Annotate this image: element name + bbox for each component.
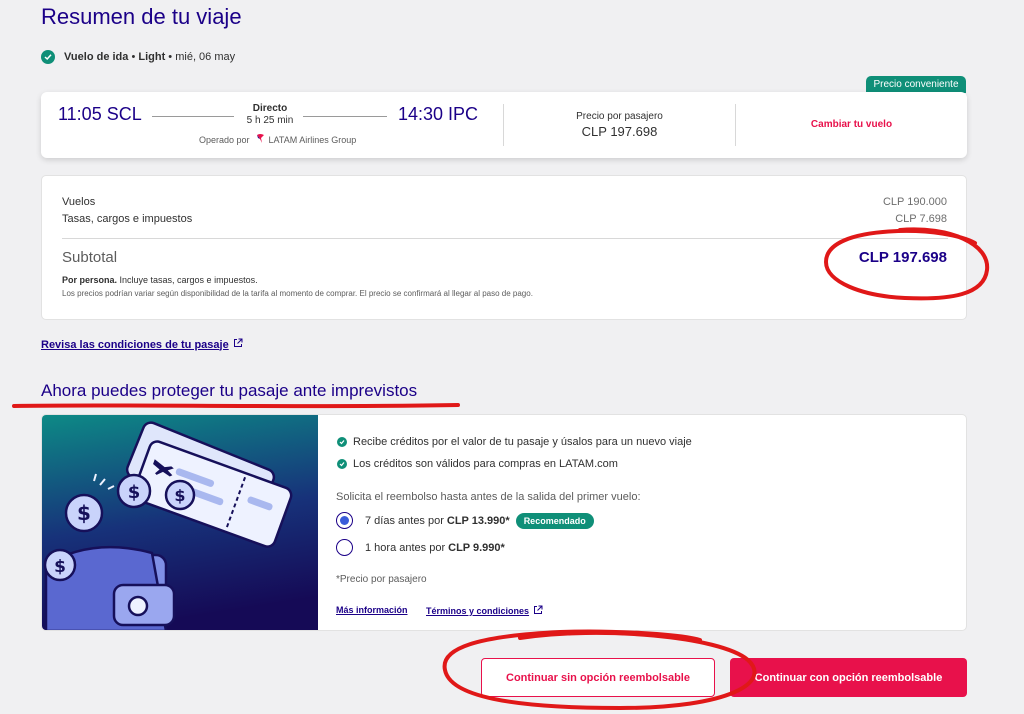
option-text: 1 hora antes por: [365, 541, 446, 554]
benefit-item: Recibe créditos por el valor de tu pasaj…: [337, 436, 692, 448]
duration: 5 h 25 min: [246, 115, 294, 126]
departure-time-airport: 11:05 SCL: [58, 104, 142, 124]
benefit-text: Recibe créditos por el valor de tu pasaj…: [353, 436, 692, 448]
option-price: CLP 9.990*: [448, 541, 505, 554]
flights-value: CLP 190.000: [882, 196, 947, 208]
protection-title: Ahora puedes proteger tu pasaje ante imp…: [41, 381, 418, 400]
taxes-value: CLP 7.698: [895, 213, 947, 225]
per-person-text: Incluye tasas, cargos e impuestos.: [117, 275, 258, 285]
refund-option-7-days[interactable]: 7 días antes por CLP 13.990* Recomendado: [336, 512, 594, 529]
route-line: [303, 116, 387, 117]
subtotal-value: CLP 197.698: [858, 249, 947, 266]
protection-card: $ $ $ $ Recibe créditos por el valor de …: [41, 414, 967, 631]
continue-with-refund-button[interactable]: Continuar con opción reembolsable: [730, 658, 967, 697]
benefit-item: Los créditos son válidos para compras en…: [337, 458, 618, 470]
option-text: 7 días antes por: [365, 514, 444, 527]
svg-text:$: $: [128, 482, 141, 503]
flight-type: Directo 5 h 25 min: [234, 103, 306, 126]
check-circle-icon: [337, 459, 347, 469]
price-per-passenger: Precio por pasajero CLP 197.698: [504, 111, 735, 139]
divider: [62, 238, 948, 239]
conditions-link[interactable]: Revisa las condiciones de tu pasaje: [41, 338, 243, 351]
route-line: [152, 116, 234, 117]
price-summary-card: Vuelos CLP 190.000 Tasas, cargos e impue…: [41, 175, 967, 320]
terms-link[interactable]: Términos y condiciones: [426, 605, 543, 617]
operator-name: LATAM Airlines Group: [268, 134, 357, 145]
fare-brand: Light: [138, 51, 166, 63]
terms-link-label[interactable]: Términos y condiciones: [426, 606, 529, 616]
price-footnote: *Precio por pasajero: [336, 574, 427, 585]
annotation-underline-protection: [12, 403, 460, 409]
page-title: Resumen de tu viaje: [41, 4, 242, 29]
arrival-time-airport: 14:30 IPC: [398, 104, 479, 124]
conditions-link-label[interactable]: Revisa las condiciones de tu pasaje: [41, 339, 229, 351]
svg-text:$: $: [54, 557, 66, 577]
direct-label: Directo: [252, 103, 288, 114]
price-per-passenger-label: Precio por pasajero: [576, 111, 663, 122]
price-per-passenger-value: CLP 197.698: [581, 124, 658, 139]
flights-label: Vuelos: [62, 196, 96, 208]
flight-card: 11:05 SCL Directo 5 h 25 min 14:30 IPC O…: [41, 92, 967, 158]
taxes-label: Tasas, cargos e impuestos: [62, 213, 193, 225]
benefit-text: Los créditos son válidos para compras en…: [353, 458, 618, 470]
outbound-summary: Vuelo de ida • Light • mié, 06 may: [41, 50, 235, 64]
refund-option-1-hour[interactable]: 1 hora antes por CLP 9.990*: [336, 539, 505, 556]
recommended-badge: Recomendado: [515, 512, 594, 529]
change-flight-link[interactable]: Cambiar tu vuelo: [736, 119, 967, 130]
subtotal-label: Subtotal: [62, 249, 118, 266]
svg-text:$: $: [174, 486, 185, 505]
radio-button-selected[interactable]: [336, 512, 353, 529]
external-link-icon: [233, 338, 243, 351]
check-circle-icon: [337, 437, 347, 447]
separator: •: [165, 51, 176, 63]
operated-by: Operado por LATAM Airlines Group: [199, 133, 356, 146]
external-link-icon: [533, 605, 543, 617]
svg-text:$: $: [77, 501, 91, 525]
option-price: CLP 13.990*: [446, 514, 510, 527]
per-person-bold: Por persona.: [62, 275, 118, 285]
separator: •: [128, 51, 139, 63]
per-person-note: Por persona. Incluye tasas, cargos e imp…: [62, 275, 258, 285]
refund-request-label: Solicita el reembolso hasta antes de la …: [336, 491, 641, 503]
continue-without-refund-button[interactable]: Continuar sin opción reembolsable: [481, 658, 715, 697]
flight-date: mié, 06 may: [175, 51, 236, 63]
operated-label: Operado por: [199, 134, 250, 145]
radio-button[interactable]: [336, 539, 353, 556]
check-circle-icon: [41, 50, 55, 64]
refund-illustration: $ $ $ $: [42, 415, 318, 630]
more-info-link[interactable]: Más información: [336, 605, 408, 615]
price-disclaimer: Los precios podrían variar según disponi…: [62, 289, 533, 298]
convenient-price-badge: Precio conveniente: [866, 76, 966, 93]
outbound-label: Vuelo de ida: [64, 51, 129, 63]
latam-logo-icon: [256, 133, 265, 146]
